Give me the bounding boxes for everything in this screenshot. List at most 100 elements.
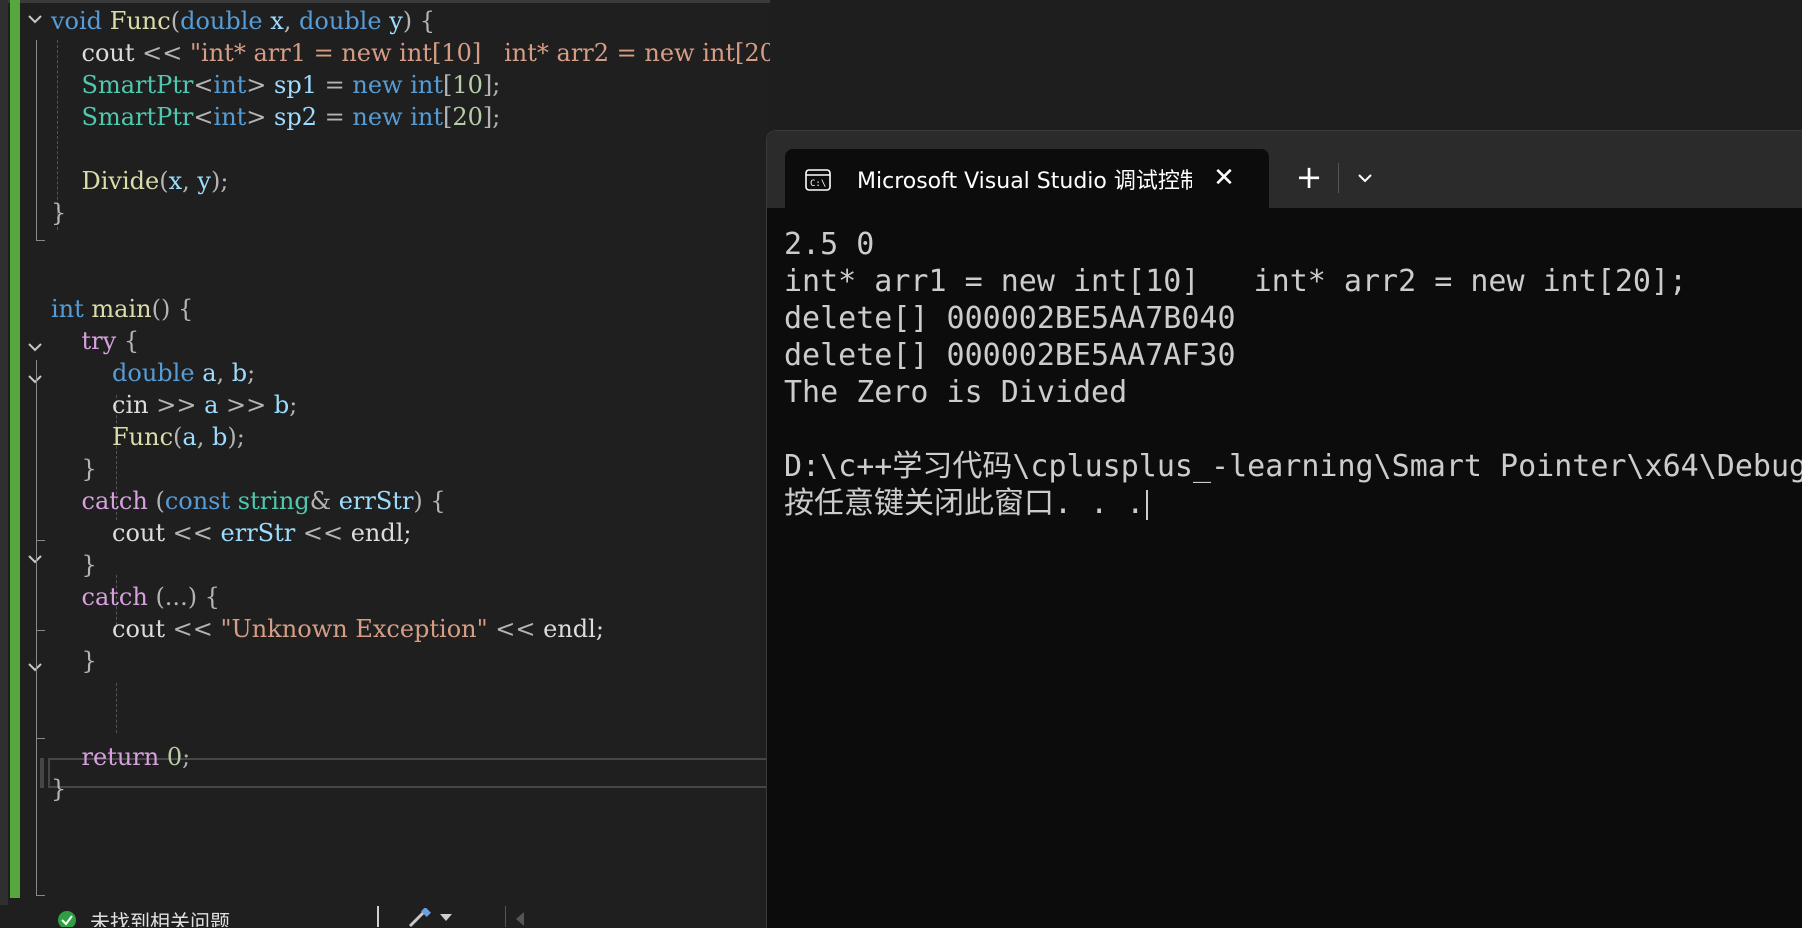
code-line[interactable]: Func(a, b); xyxy=(51,420,245,454)
status-divider xyxy=(377,906,379,927)
fold-chevron-icon[interactable] xyxy=(26,338,44,356)
code-line[interactable]: cin >> a >> b; xyxy=(51,388,297,422)
code-token: >> xyxy=(156,391,205,419)
code-token: ( xyxy=(147,487,165,515)
code-token: b xyxy=(231,359,248,387)
code-token: string xyxy=(237,487,310,515)
terminal-titlebar[interactable]: C:\ Microsoft Visual Studio 调试控制台 ✕ + xyxy=(767,131,1802,209)
code-token: Divide xyxy=(81,167,160,195)
code-line[interactable]: return 0; xyxy=(51,740,191,774)
code-editor[interactable]: void Func(double x, double y) { cout << … xyxy=(0,0,770,927)
fold-region-line xyxy=(36,390,45,541)
fold-chevron-icon[interactable] xyxy=(26,10,44,28)
code-line[interactable]: SmartPtr<int> sp1 = new int[10]; xyxy=(51,68,501,102)
code-token: ]; xyxy=(482,103,501,131)
code-line[interactable]: cout << errStr << endl; xyxy=(51,516,411,550)
code-line[interactable]: SmartPtr<int> sp2 = new int[20]; xyxy=(51,100,501,134)
code-token: double xyxy=(299,7,382,35)
code-token: 20 xyxy=(452,103,483,131)
close-tab-icon[interactable]: ✕ xyxy=(1209,163,1239,193)
issues-status-text[interactable]: 未找到相关问题 xyxy=(90,906,230,927)
code-token: , xyxy=(196,423,212,451)
code-token: < xyxy=(193,71,214,99)
editor-gutter xyxy=(0,0,8,910)
code-token: const xyxy=(164,487,231,515)
console-line: D:\c++学习代码\cplusplus_-learning\Smart Poi… xyxy=(784,449,1802,484)
code-line[interactable]: void Func(double x, double y) { xyxy=(51,4,435,38)
debug-console-window[interactable]: C:\ Microsoft Visual Studio 调试控制台 ✕ + 2.… xyxy=(766,130,1802,928)
code-token: endl; xyxy=(543,615,604,643)
tab-title: Microsoft Visual Studio 调试控制台 xyxy=(857,169,1192,194)
code-line[interactable]: } xyxy=(51,644,97,678)
code-token: } xyxy=(51,199,67,227)
code-line[interactable]: } xyxy=(51,452,97,486)
console-line: The Zero is Divided xyxy=(784,375,1128,410)
console-line: 2.5 0 xyxy=(784,227,875,262)
terminal-tab[interactable]: C:\ Microsoft Visual Studio 调试控制台 ✕ xyxy=(785,149,1269,209)
code-token: > xyxy=(246,71,275,99)
code-token: int xyxy=(213,103,247,131)
code-token: > xyxy=(246,103,275,131)
code-token: return xyxy=(81,743,160,771)
code-line[interactable]: cout << "int* arr1 = new int[10] int* ar… xyxy=(51,36,770,70)
indent-guide xyxy=(116,683,117,733)
code-token: cout xyxy=(51,39,143,67)
code-token: "int* arr1 = new int[10] int* arr2 = new… xyxy=(190,39,770,67)
code-token: 0 xyxy=(166,743,183,771)
code-token: int xyxy=(51,295,84,323)
code-line[interactable]: catch (...) { xyxy=(51,580,220,614)
code-token: } xyxy=(81,551,97,579)
console-line: delete[] 000002BE5AA7B040 xyxy=(784,301,1236,336)
editor-top-border xyxy=(0,0,770,3)
scroll-left-icon[interactable] xyxy=(516,912,524,926)
code-line[interactable]: double a, b; xyxy=(51,356,255,390)
code-token: (...) { xyxy=(147,583,220,611)
code-line[interactable]: int main() { xyxy=(51,292,193,326)
code-token: "Unknown Exception" xyxy=(220,615,488,643)
code-cleanup-brush-icon[interactable] xyxy=(406,907,434,927)
fold-region-line xyxy=(36,678,45,739)
code-token: errStr xyxy=(338,487,414,515)
code-line[interactable]: } xyxy=(51,196,66,230)
code-token: x xyxy=(168,167,183,195)
console-output[interactable]: 2.5 0 int* arr1 = new int[10] int* arr2 … xyxy=(784,226,1802,522)
code-token: sp1 xyxy=(274,71,317,99)
code-line[interactable]: Divide(x, y); xyxy=(51,164,229,198)
code-token: () { xyxy=(151,295,194,323)
code-token: ; xyxy=(289,391,298,419)
code-token: { xyxy=(116,327,140,355)
code-token: & xyxy=(309,487,339,515)
code-token: ( xyxy=(170,7,181,35)
code-token: << xyxy=(487,615,544,643)
code-token: main xyxy=(91,295,152,323)
code-token: double xyxy=(180,7,263,35)
code-token: new xyxy=(352,71,403,99)
code-line[interactable]: } xyxy=(51,548,97,582)
code-line[interactable]: catch (const string& errStr) { xyxy=(51,484,446,518)
code-line[interactable]: try { xyxy=(51,324,140,358)
new-tab-icon[interactable]: + xyxy=(1287,157,1331,197)
code-token: new xyxy=(352,103,403,131)
code-token: SmartPtr xyxy=(81,103,194,131)
fold-region-line xyxy=(36,570,45,631)
cleanup-dropdown-icon[interactable] xyxy=(440,914,452,921)
console-line: delete[] 000002BE5AA7AF30 xyxy=(784,338,1236,373)
svg-text:C:\: C:\ xyxy=(810,179,826,189)
chevron-down-icon[interactable] xyxy=(1345,161,1385,197)
code-token: ]; xyxy=(482,71,501,99)
code-line[interactable]: cout << "Unknown Exception" << endl; xyxy=(51,612,604,646)
code-token: double xyxy=(112,359,195,387)
code-line[interactable]: } xyxy=(51,772,66,806)
code-token: x xyxy=(270,7,284,35)
check-circle-icon xyxy=(58,911,76,927)
code-token: << xyxy=(172,519,221,547)
code-token: b xyxy=(273,391,290,419)
